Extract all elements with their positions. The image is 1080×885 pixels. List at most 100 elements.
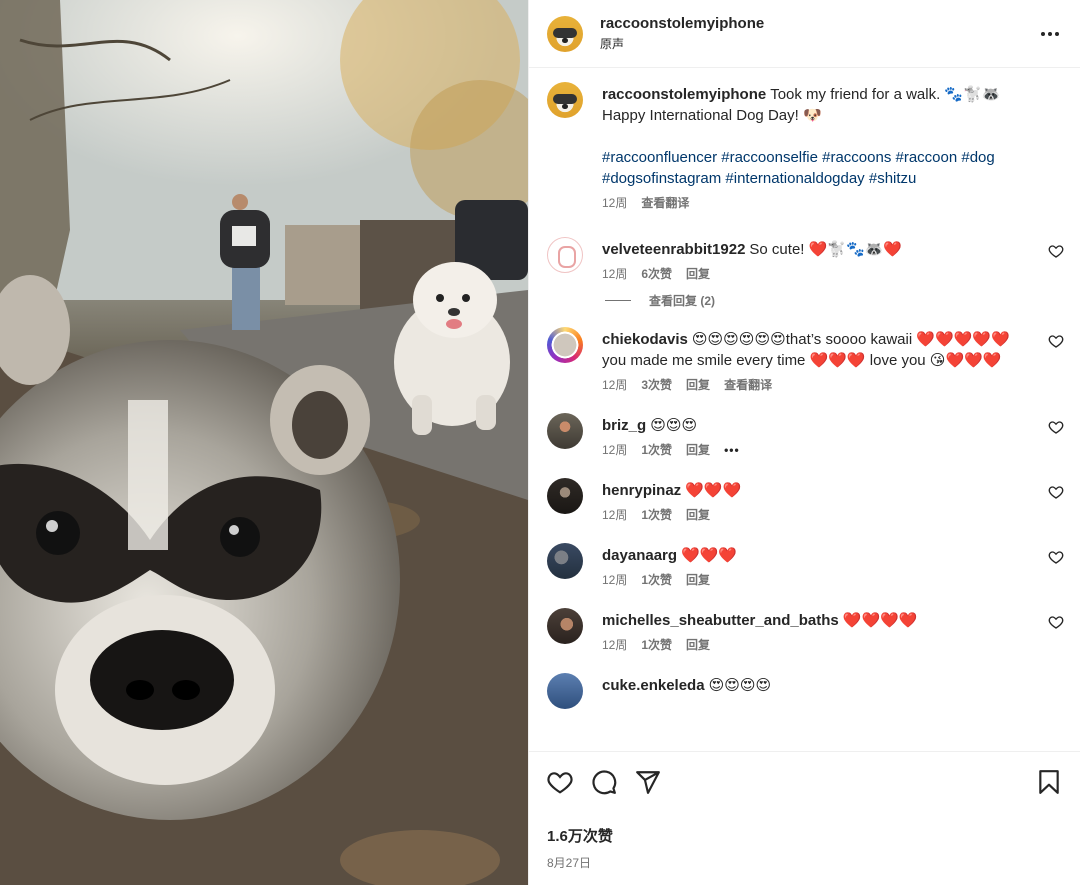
comment-likes[interactable]: 1次赞 [641, 507, 672, 523]
caption-body: raccoonstolemyiphone Took my friend for a… [602, 84, 1064, 211]
comment-likes[interactable]: 1次赞 [641, 637, 672, 653]
reply-button[interactable]: 回复 [686, 377, 710, 393]
author-avatar[interactable] [547, 15, 583, 52]
post-photo[interactable] [0, 0, 528, 885]
comment-body: chiekodavis 😍😍😍😍😍😍that’s soooo kawaii ❤️❤… [602, 329, 1064, 393]
post-side-panel: raccoonstolemyiphone 原声 raccoonstolemyip… [528, 0, 1080, 885]
commenter-avatar[interactable] [547, 673, 583, 709]
action-bar [529, 751, 1080, 811]
comment-text: ❤️❤️❤️❤️ [842, 612, 918, 629]
comment-text: So cute! ❤️🐩🐾🦝❤️ [749, 241, 903, 258]
commenter-username[interactable]: henrypinaz [602, 482, 681, 499]
commenter-avatar[interactable] [547, 413, 583, 449]
save-button[interactable] [1034, 767, 1064, 797]
caption-hashtags[interactable]: #raccoonfluencer #raccoonselfie #raccoon… [602, 147, 1030, 189]
comment-text: ❤️❤️❤️ [685, 482, 742, 499]
comment-time[interactable]: 12周 [602, 442, 627, 458]
commenter-username[interactable]: cuke.enkeleda [602, 677, 705, 694]
comment-body: briz_g 😍😍😍 12周 1次赞 回复 ••• [602, 415, 1064, 458]
heart-outline-icon[interactable] [1048, 484, 1064, 500]
comment-time[interactable]: 12周 [602, 266, 627, 282]
comment-time[interactable]: 12周 [602, 572, 627, 588]
commenter-username[interactable]: chiekodavis [602, 331, 688, 348]
reply-button[interactable]: 回复 [686, 637, 710, 653]
commenter-username[interactable]: velveteenrabbit1922 [602, 241, 745, 258]
reply-button[interactable]: 回复 [686, 572, 710, 588]
comment-likes[interactable]: 6次赞 [641, 266, 672, 282]
comment-likes[interactable]: 1次赞 [641, 572, 672, 588]
comment-item: chiekodavis 😍😍😍😍😍😍that’s soooo kawaii ❤️❤… [547, 327, 1064, 393]
commenter-avatar[interactable] [547, 543, 583, 579]
comment-body: cuke.enkeleda 😍😍😍😍 [602, 675, 1064, 709]
comment-item: briz_g 😍😍😍 12周 1次赞 回复 ••• [547, 413, 1064, 458]
comment-text: ❤️❤️❤️ [681, 547, 738, 564]
comment-bubble-icon [592, 769, 617, 794]
more-horizontal-icon [1041, 31, 1059, 36]
likes-count[interactable]: 1.6万次赞 [547, 825, 1062, 846]
heart-outline-icon[interactable] [1048, 333, 1064, 349]
comments-fade-overlay [529, 733, 1080, 751]
translate-link[interactable]: 查看翻译 [724, 377, 772, 393]
comment-more-options[interactable]: ••• [724, 442, 740, 458]
caption-author-avatar[interactable] [547, 82, 583, 118]
comment-meta: 12周 1次赞 回复 ••• [602, 442, 1030, 458]
commenter-avatar[interactable] [547, 237, 583, 273]
comment-text: 😍😍😍😍 [708, 677, 772, 694]
reply-button[interactable]: 回复 [686, 442, 710, 458]
comment-item: henrypinaz ❤️❤️❤️ 12周 1次赞 回复 [547, 478, 1064, 523]
comment-meta: 12周 1次赞 回复 [602, 637, 1030, 653]
heart-outline-icon[interactable] [1048, 549, 1064, 565]
commenter-username[interactable]: michelles_sheabutter_and_baths [602, 612, 839, 629]
heart-outline-icon[interactable] [1048, 614, 1064, 630]
commenter-avatar[interactable] [547, 327, 583, 363]
bookmark-icon [1039, 769, 1059, 794]
view-replies-button[interactable]: 查看回复 (2) [605, 292, 1064, 309]
comment-time[interactable]: 12周 [602, 637, 627, 653]
commenter-username[interactable]: dayanaarg [602, 547, 677, 564]
comment-meta: 12周 1次赞 回复 [602, 507, 1030, 523]
comment-item: michelles_sheabutter_and_baths ❤️❤️❤️❤️ 1… [547, 608, 1064, 653]
comment-time[interactable]: 12周 [602, 377, 627, 393]
comment-meta: 12周 6次赞 回复 [602, 266, 1030, 282]
comment-likes[interactable]: 1次赞 [641, 442, 672, 458]
instagram-post: raccoonstolemyiphone 原声 raccoonstolemyip… [0, 0, 1080, 885]
caption-author-username[interactable]: raccoonstolemyiphone [602, 86, 766, 103]
reply-button[interactable]: 回复 [686, 266, 710, 282]
heart-outline-icon[interactable] [1048, 243, 1064, 259]
comment-body: velveteenrabbit1922 So cute! ❤️🐩🐾🦝❤️ 12周 … [602, 239, 1064, 282]
comment-likes[interactable]: 3次赞 [641, 377, 672, 393]
caption-translate-link[interactable]: 查看翻译 [641, 195, 689, 211]
comment-time[interactable]: 12周 [602, 507, 627, 523]
post-stats: 1.6万次赞 8月27日 [529, 811, 1080, 885]
commenter-username[interactable]: briz_g [602, 417, 646, 434]
comment-item: velveteenrabbit1922 So cute! ❤️🐩🐾🦝❤️ 12周 … [547, 237, 1064, 282]
raccoon-selfie-image [0, 0, 528, 885]
commenter-avatar[interactable] [547, 478, 583, 514]
comment-button[interactable] [589, 767, 619, 797]
caption-time[interactable]: 12周 [602, 195, 627, 211]
comment-text: 😍😍😍 [650, 417, 698, 434]
paper-plane-icon [636, 770, 660, 794]
comments-list[interactable]: raccoonstolemyiphone Took my friend for a… [529, 68, 1080, 751]
replies-divider [605, 300, 631, 301]
like-button[interactable] [545, 767, 575, 797]
comment-item: cuke.enkeleda 😍😍😍😍 [547, 673, 1064, 709]
comment-meta: 12周 3次赞 回复 查看翻译 [602, 377, 1030, 393]
post-date[interactable]: 8月27日 [547, 854, 1062, 871]
commenter-avatar[interactable] [547, 608, 583, 644]
comment-item: dayanaarg ❤️❤️❤️ 12周 1次赞 回复 [547, 543, 1064, 588]
comment-body: henrypinaz ❤️❤️❤️ 12周 1次赞 回复 [602, 480, 1064, 523]
reply-button[interactable]: 回复 [686, 507, 710, 523]
post-header: raccoonstolemyiphone 原声 [529, 0, 1080, 68]
view-replies-label: 查看回复 (2) [649, 294, 716, 308]
author-info: raccoonstolemyiphone 原声 [600, 15, 1036, 52]
comment-meta: 12周 1次赞 回复 [602, 572, 1030, 588]
heart-outline-icon[interactable] [1048, 419, 1064, 435]
comment-body: dayanaarg ❤️❤️❤️ 12周 1次赞 回复 [602, 545, 1064, 588]
share-button[interactable] [633, 767, 663, 797]
heart-outline-icon [547, 771, 573, 794]
more-options-button[interactable] [1036, 20, 1064, 48]
comment-body: michelles_sheabutter_and_baths ❤️❤️❤️❤️ 1… [602, 610, 1064, 653]
author-username[interactable]: raccoonstolemyiphone [600, 15, 1036, 32]
audio-label[interactable]: 原声 [600, 35, 1036, 52]
